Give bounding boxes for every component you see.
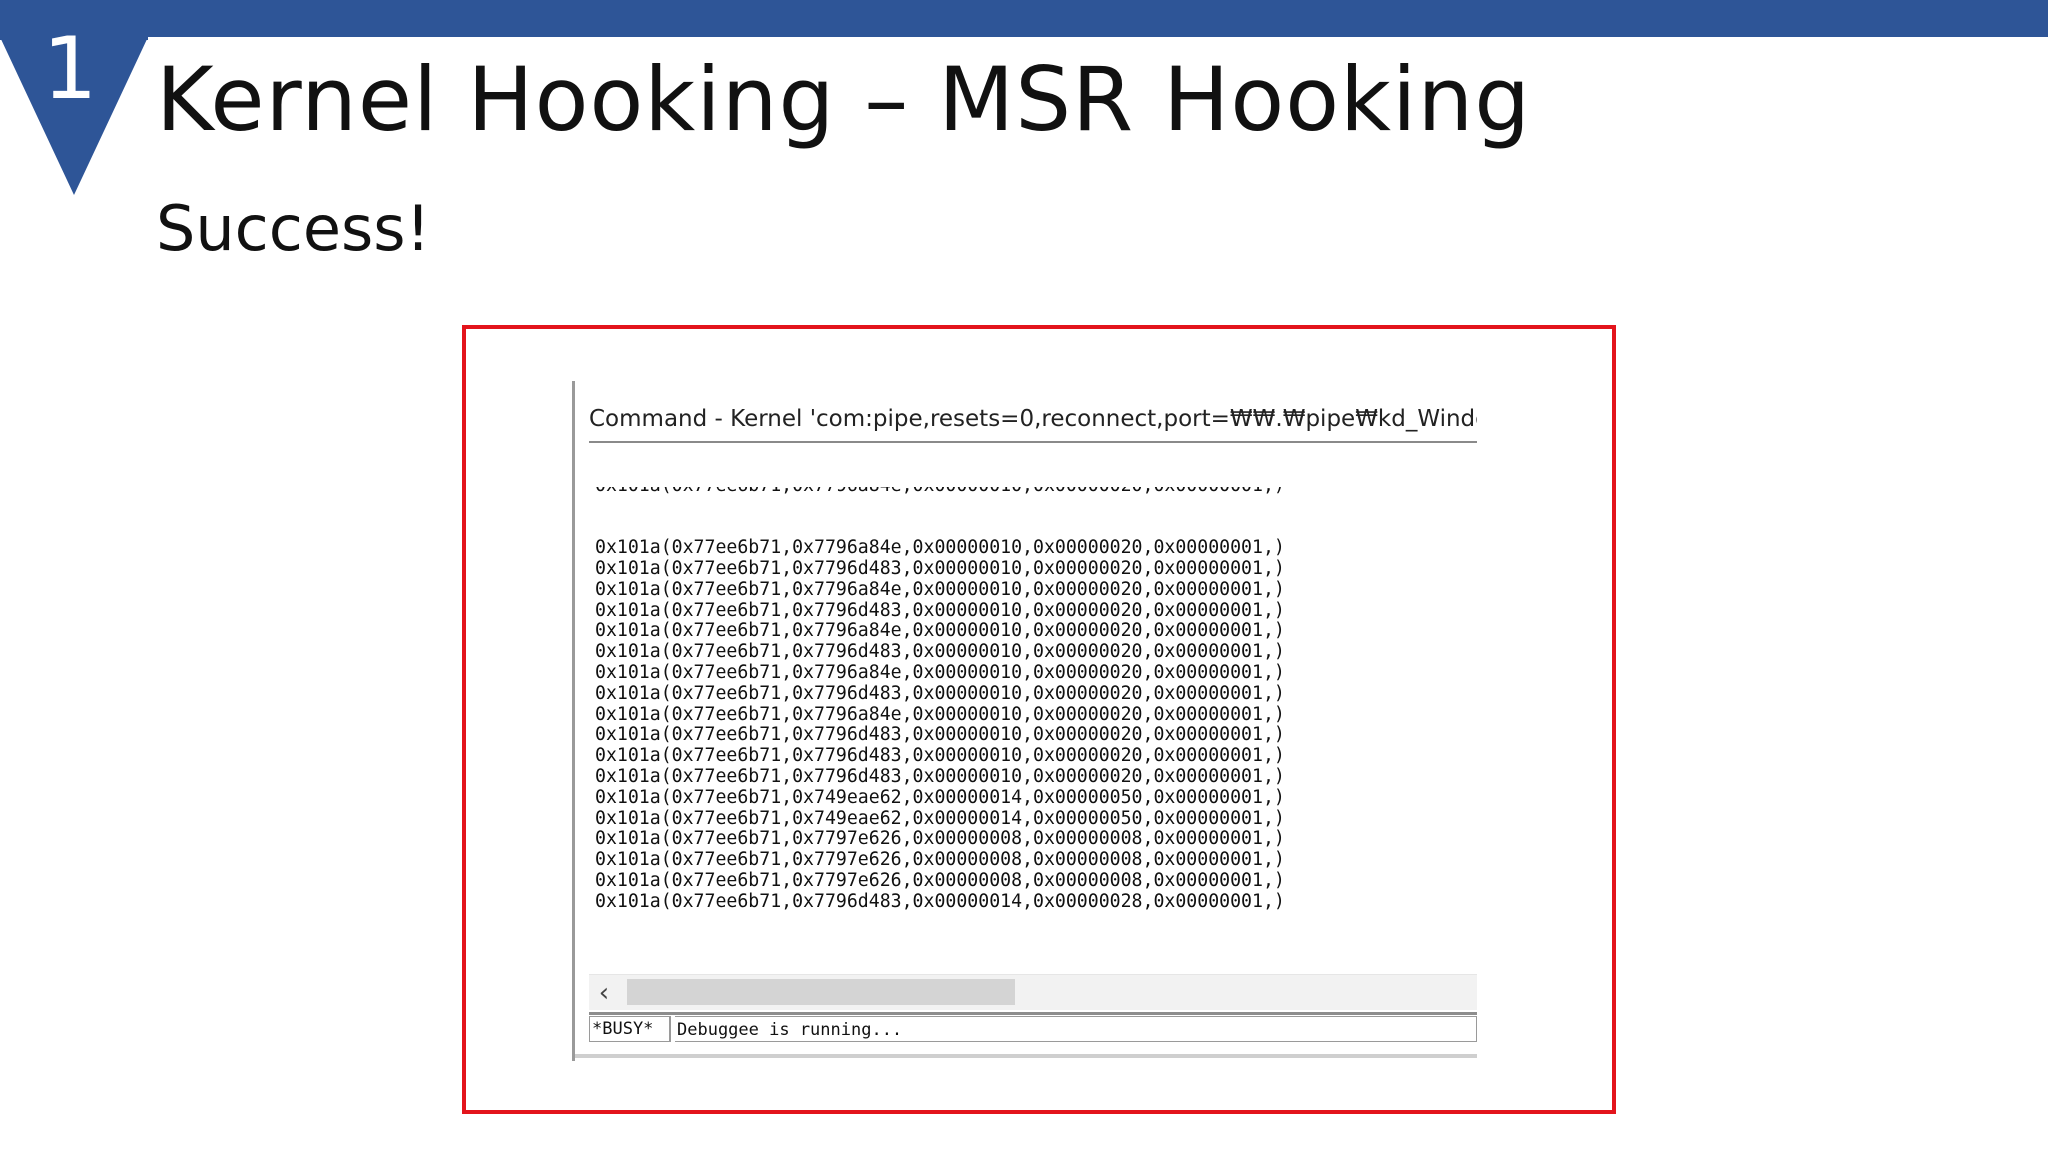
output-line: 0x101a(0x77ee6b71,0x7797e626,0x00000008,… xyxy=(595,828,1285,850)
slide-subtitle: Success! xyxy=(156,192,431,265)
output-line: 0x101a(0x77ee6b71,0x749eae62,0x00000014,… xyxy=(595,807,1285,829)
output-line: 0x101a(0x77ee6b71,0x7796d483,0x00000010,… xyxy=(595,682,1285,704)
output-line: 0x101a(0x77ee6b71,0x7796d483,0x00000010,… xyxy=(595,557,1285,579)
status-message: Debuggee is running... xyxy=(675,1016,1477,1042)
output-line: 0x101a(0x77ee6b71,0x7797e626,0x00000008,… xyxy=(595,849,1285,871)
scrollbar-thumb[interactable] xyxy=(627,979,1015,1005)
output-line: 0x101a(0x77ee6b71,0x7797e626,0x00000008,… xyxy=(595,869,1285,891)
title-divider xyxy=(589,441,1477,443)
output-line: 0x101a(0x77ee6b71,0x7796a84e,0x00000010,… xyxy=(595,537,1285,559)
output-line: 0x101a(0x77ee6b71,0x7796d483,0x00000010,… xyxy=(595,724,1285,746)
command-output[interactable]: 0x101a(0x77ee6b71,0x7796a84e,0x00000010,… xyxy=(595,445,1475,911)
busy-indicator: *BUSY* xyxy=(589,1016,671,1042)
section-number: 1 xyxy=(42,19,98,119)
section-badge: 1 xyxy=(0,0,148,195)
window-bottom-edge xyxy=(575,1054,1477,1058)
output-line: 0x101a(0x77ee6b71,0x7796d483,0x00000010,… xyxy=(595,641,1285,663)
output-line: 0x101a(0x77ee6b71,0x7796d483,0x00000014,… xyxy=(595,890,1285,911)
output-line: 0x101a(0x77ee6b71,0x7796d483,0x00000010,… xyxy=(595,599,1285,621)
window-title: Command - Kernel 'com:pipe,resets=0,reco… xyxy=(589,406,1477,432)
output-line: 0x101a(0x77ee6b71,0x7796a84e,0x00000010,… xyxy=(595,703,1285,725)
output-line: 0x101a(0x77ee6b71,0x7796d483,0x00000010,… xyxy=(595,745,1285,767)
output-line: 0x101a(0x77ee6b71,0x7796a84e,0x00000010,… xyxy=(595,578,1285,600)
horizontal-scrollbar[interactable]: ‹ xyxy=(589,974,1477,1010)
chevron-left-icon[interactable]: ‹ xyxy=(589,975,619,1010)
output-line: 0x101a(0x77ee6b71,0x749eae62,0x00000014,… xyxy=(595,786,1285,808)
status-bar: *BUSY* Debuggee is running... xyxy=(589,1016,1477,1044)
output-line: 0x101a(0x77ee6b71,0x7796a84e,0x00000010,… xyxy=(595,661,1285,683)
debugger-command-window[interactable]: Command - Kernel 'com:pipe,resets=0,reco… xyxy=(572,381,1477,1061)
output-line: 0x101a(0x77ee6b71,0x7796a84e,0x00000010,… xyxy=(595,620,1285,642)
output-line-partial: 0x101a(0x77ee6b71,0x7796a84e,0x00000010,… xyxy=(595,487,1475,497)
top-accent-bar xyxy=(0,0,2048,37)
slide-title: Kernel Hooking – MSR Hooking xyxy=(156,48,1532,151)
status-divider xyxy=(589,1012,1477,1015)
output-line: 0x101a(0x77ee6b71,0x7796d483,0x00000010,… xyxy=(595,765,1285,787)
